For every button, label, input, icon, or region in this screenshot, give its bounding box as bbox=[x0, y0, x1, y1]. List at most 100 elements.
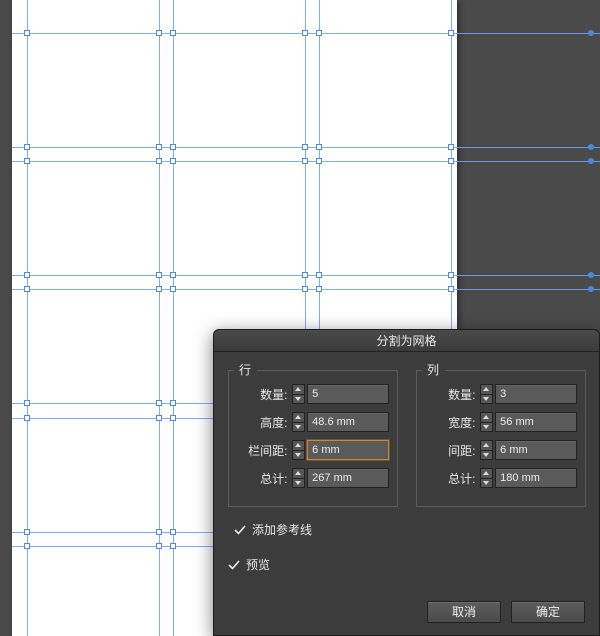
selection-handle[interactable] bbox=[448, 272, 454, 278]
selection-handle[interactable] bbox=[170, 415, 176, 421]
stepper-down-icon[interactable] bbox=[481, 450, 493, 460]
guide-endpoint-icon bbox=[588, 158, 594, 164]
selection-handle[interactable] bbox=[170, 400, 176, 406]
rows-gutter-label: 栏间距: bbox=[237, 442, 288, 459]
rows-gutter-stepper[interactable] bbox=[292, 440, 306, 460]
canvas-workspace[interactable]: 分割为网格 行 数量: 5 高度: bbox=[0, 0, 600, 636]
selection-handle[interactable] bbox=[24, 30, 30, 36]
rows-total-input[interactable]: 267 mm bbox=[307, 468, 389, 488]
rows-count-input[interactable]: 5 bbox=[307, 384, 389, 404]
selection-handle[interactable] bbox=[170, 286, 176, 292]
stepper-up-icon[interactable] bbox=[293, 385, 305, 394]
selection-handle[interactable] bbox=[302, 30, 308, 36]
selection-handle[interactable] bbox=[316, 144, 322, 150]
selection-handle[interactable] bbox=[170, 30, 176, 36]
selection-handle[interactable] bbox=[156, 286, 162, 292]
stepper-down-icon[interactable] bbox=[481, 422, 493, 432]
guide-endpoint-icon bbox=[588, 286, 594, 292]
selection-handle[interactable] bbox=[302, 286, 308, 292]
cols-width-label: 宽度: bbox=[425, 414, 476, 431]
rows-legend: 行 bbox=[235, 361, 255, 378]
cols-total-input[interactable]: 180 mm bbox=[495, 468, 577, 488]
columns-group: 列 数量: 3 宽度: bbox=[416, 370, 586, 507]
selection-handle[interactable] bbox=[448, 286, 454, 292]
stepper-down-icon[interactable] bbox=[481, 394, 493, 404]
stepper-up-icon[interactable] bbox=[481, 469, 493, 478]
selection-handle[interactable] bbox=[24, 286, 30, 292]
rows-count-stepper[interactable] bbox=[292, 384, 306, 404]
selection-handle[interactable] bbox=[24, 529, 30, 535]
columns-legend: 列 bbox=[423, 361, 443, 378]
cols-width-stepper[interactable] bbox=[480, 412, 494, 432]
add-guides-checkbox[interactable]: 添加参考线 bbox=[234, 521, 585, 538]
stepper-down-icon[interactable] bbox=[481, 478, 493, 488]
selection-handle[interactable] bbox=[316, 158, 322, 164]
stepper-down-icon[interactable] bbox=[293, 478, 305, 488]
selection-handle[interactable] bbox=[156, 543, 162, 549]
rows-height-stepper[interactable] bbox=[292, 412, 306, 432]
stepper-up-icon[interactable] bbox=[293, 413, 305, 422]
selection-handle[interactable] bbox=[316, 286, 322, 292]
cols-total-label: 总计: bbox=[425, 470, 476, 487]
vertical-guide[interactable] bbox=[27, 0, 28, 636]
rows-gutter-input[interactable]: 6 mm bbox=[307, 440, 389, 460]
selection-handle[interactable] bbox=[156, 529, 162, 535]
ok-button[interactable]: 确定 bbox=[511, 601, 585, 623]
add-guides-label: 添加参考线 bbox=[252, 521, 312, 538]
selection-handle[interactable] bbox=[24, 543, 30, 549]
rows-total-label: 总计: bbox=[237, 470, 288, 487]
cols-count-stepper[interactable] bbox=[480, 384, 494, 404]
selection-handle[interactable] bbox=[24, 144, 30, 150]
selection-handle[interactable] bbox=[448, 144, 454, 150]
stepper-down-icon[interactable] bbox=[293, 450, 305, 460]
guide-endpoint-icon bbox=[588, 144, 594, 150]
stepper-up-icon[interactable] bbox=[293, 441, 305, 450]
cols-total-stepper[interactable] bbox=[480, 468, 494, 488]
cols-count-input[interactable]: 3 bbox=[495, 384, 577, 404]
guide-endpoint-icon bbox=[588, 272, 594, 278]
vertical-guide[interactable] bbox=[159, 0, 160, 636]
selection-handle[interactable] bbox=[170, 543, 176, 549]
selection-handle[interactable] bbox=[448, 30, 454, 36]
selection-handle[interactable] bbox=[24, 415, 30, 421]
checkmark-icon bbox=[228, 559, 240, 571]
stepper-up-icon[interactable] bbox=[481, 385, 493, 394]
selection-handle[interactable] bbox=[156, 30, 162, 36]
selection-handle[interactable] bbox=[170, 158, 176, 164]
selection-handle[interactable] bbox=[302, 272, 308, 278]
selection-handle[interactable] bbox=[316, 272, 322, 278]
split-into-grid-dialog: 分割为网格 行 数量: 5 高度: bbox=[213, 329, 600, 636]
preview-checkbox[interactable]: 预览 bbox=[228, 556, 585, 573]
stepper-up-icon[interactable] bbox=[481, 413, 493, 422]
selection-handle[interactable] bbox=[156, 158, 162, 164]
selection-handle[interactable] bbox=[156, 400, 162, 406]
stepper-up-icon[interactable] bbox=[481, 441, 493, 450]
selection-handle[interactable] bbox=[156, 415, 162, 421]
stepper-down-icon[interactable] bbox=[293, 422, 305, 432]
stepper-down-icon[interactable] bbox=[293, 394, 305, 404]
cancel-button[interactable]: 取消 bbox=[427, 601, 501, 623]
selection-handle[interactable] bbox=[170, 144, 176, 150]
selection-handle[interactable] bbox=[24, 400, 30, 406]
selection-handle[interactable] bbox=[302, 144, 308, 150]
cols-gutter-input[interactable]: 6 mm bbox=[495, 440, 577, 460]
cols-gutter-label: 间距: bbox=[425, 442, 476, 459]
selection-handle[interactable] bbox=[448, 158, 454, 164]
rows-total-stepper[interactable] bbox=[292, 468, 306, 488]
selection-handle[interactable] bbox=[170, 529, 176, 535]
cols-width-input[interactable]: 56 mm bbox=[495, 412, 577, 432]
selection-handle[interactable] bbox=[156, 144, 162, 150]
dialog-title: 分割为网格 bbox=[214, 330, 599, 352]
selection-handle[interactable] bbox=[24, 272, 30, 278]
rows-height-input[interactable]: 48.6 mm bbox=[307, 412, 389, 432]
cols-gutter-stepper[interactable] bbox=[480, 440, 494, 460]
guide-endpoint-icon bbox=[588, 30, 594, 36]
preview-label: 预览 bbox=[246, 556, 270, 573]
stepper-up-icon[interactable] bbox=[293, 469, 305, 478]
selection-handle[interactable] bbox=[316, 30, 322, 36]
selection-handle[interactable] bbox=[170, 272, 176, 278]
selection-handle[interactable] bbox=[24, 158, 30, 164]
vertical-guide[interactable] bbox=[173, 0, 174, 636]
selection-handle[interactable] bbox=[302, 158, 308, 164]
selection-handle[interactable] bbox=[156, 272, 162, 278]
